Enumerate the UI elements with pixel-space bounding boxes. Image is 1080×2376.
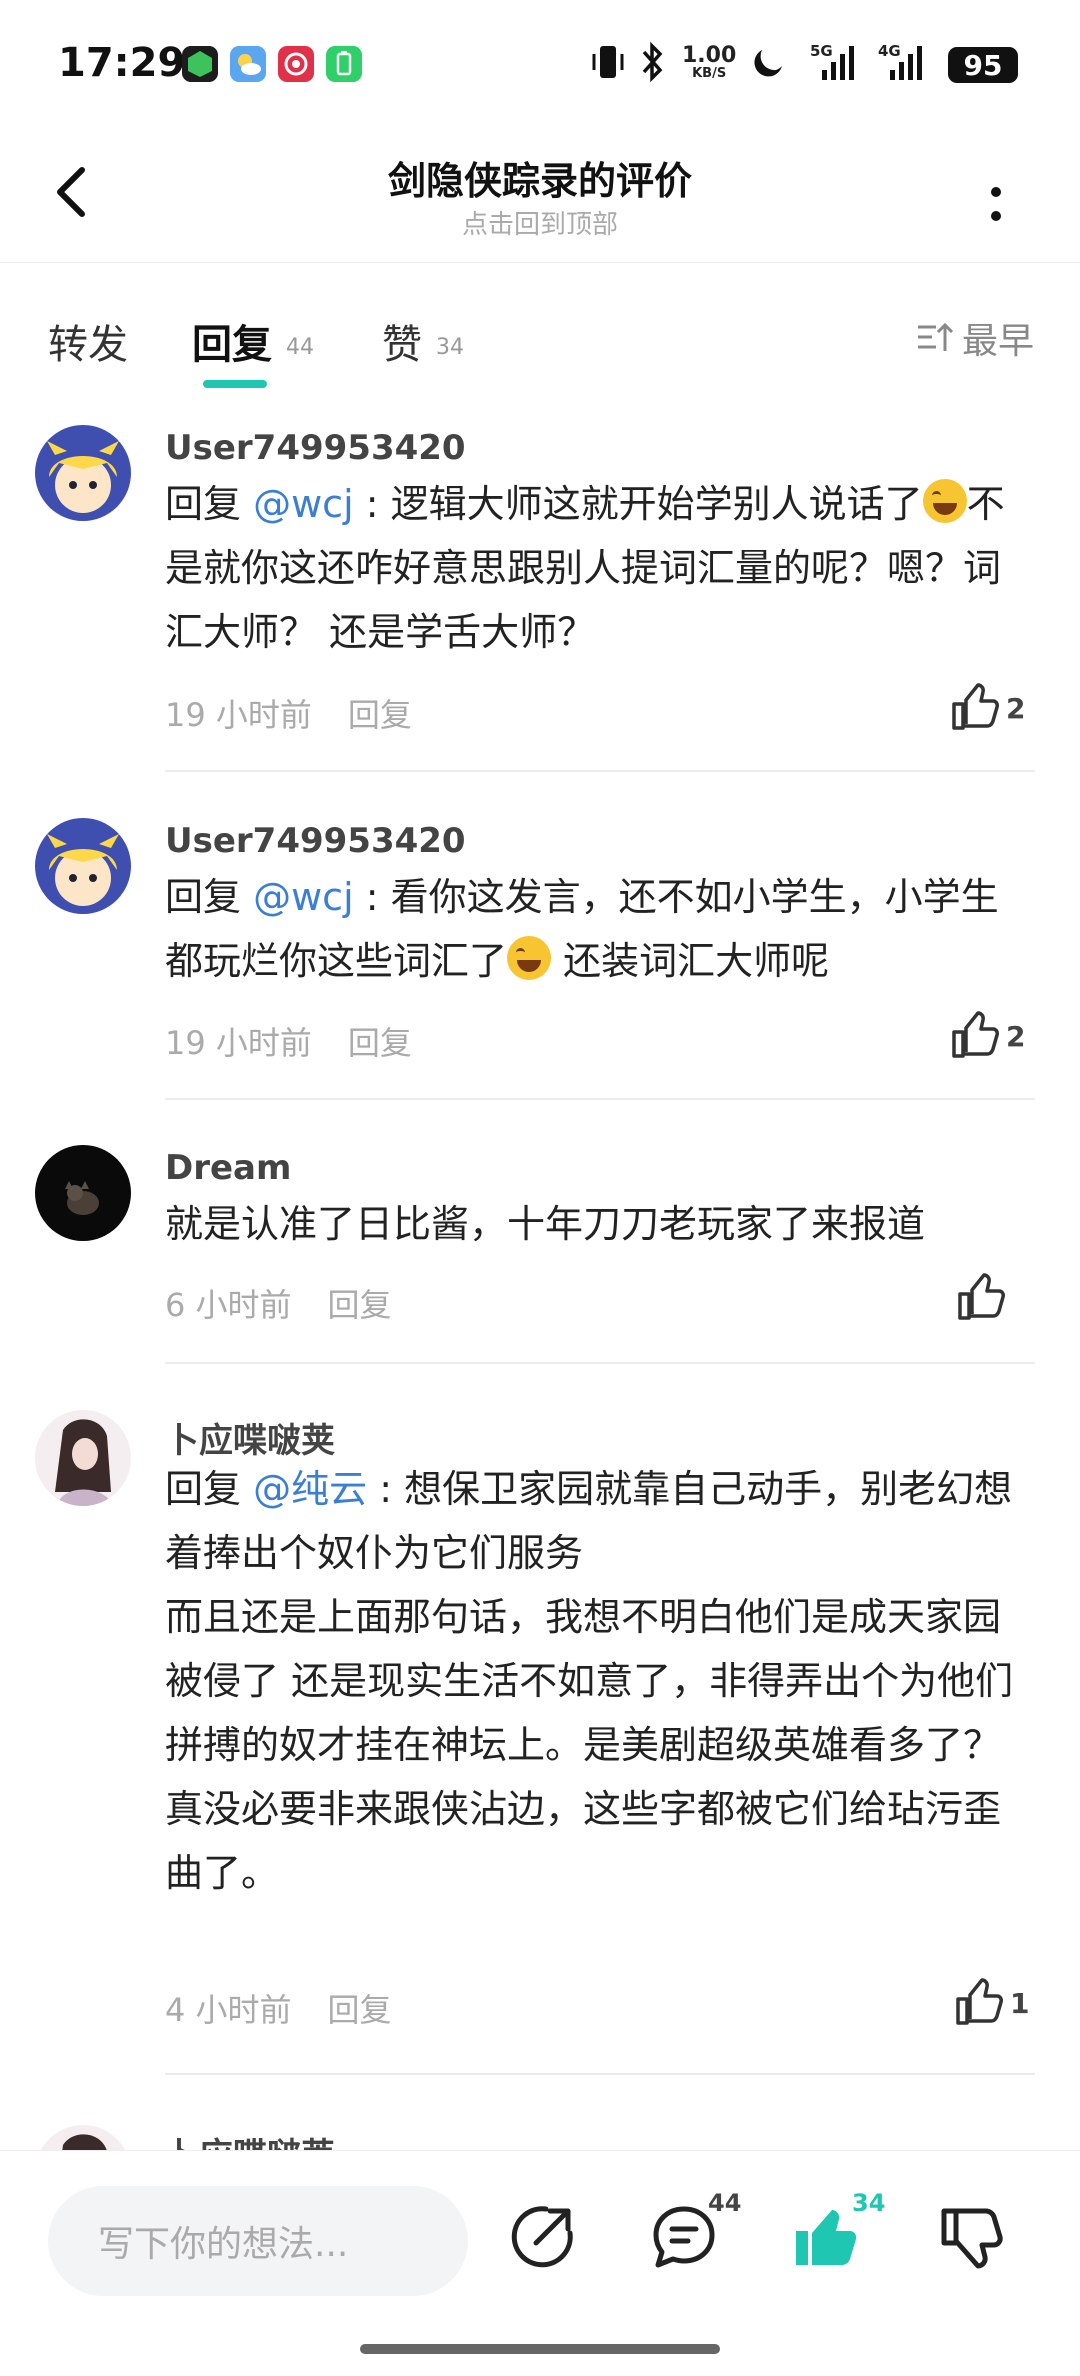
- battery-notification-icon: [326, 46, 362, 82]
- do-not-disturb-moon-icon: [748, 40, 788, 84]
- like-button[interactable]: 1: [952, 1977, 1029, 2029]
- avatar[interactable]: [35, 818, 131, 914]
- comment-meta: 4 小时前 回复: [165, 1985, 392, 2031]
- app-notification-icon-green: [182, 46, 218, 82]
- reply-button[interactable]: 回复: [348, 1024, 412, 1062]
- tab-repost[interactable]: 转发: [48, 312, 128, 370]
- share-button[interactable]: [506, 2201, 578, 2273]
- laughing-emoji-icon: [507, 936, 552, 980]
- comment-text: 就是认准了日比酱，十年刀刀老玩家了来报道: [165, 1202, 926, 1246]
- page-title[interactable]: 剑隐侠踪录的评价: [0, 150, 1080, 205]
- reply-button[interactable]: 回复: [328, 1286, 392, 1324]
- more-vertical-icon: [991, 187, 1001, 221]
- comment-text: 回复 @wcj : 看你这发言，还不如小学生，小学生都玩烂你这些词汇了 还装词汇…: [165, 875, 999, 983]
- more-options-button[interactable]: [974, 170, 1018, 240]
- reply-button[interactable]: 回复: [348, 696, 412, 734]
- active-tab-indicator: [203, 380, 267, 388]
- divider: [165, 1098, 1035, 1100]
- laughing-emoji-icon: [922, 479, 967, 523]
- divider: [165, 770, 1035, 772]
- like-count-badge: 34: [852, 2189, 886, 2217]
- app-notification-icon-red: [278, 46, 314, 82]
- scroll-to-top-hint[interactable]: 点击回到顶部: [0, 204, 1080, 241]
- reply-count: 44: [286, 334, 314, 360]
- thumbs-up-icon: [952, 683, 999, 730]
- thumbs-up-icon: [958, 1273, 1005, 1320]
- comment-time: 6 小时前: [165, 1286, 292, 1324]
- username[interactable]: User749953420: [165, 821, 466, 861]
- mention-link[interactable]: @纯云: [253, 1467, 367, 1511]
- sort-button[interactable]: 最早: [916, 312, 1034, 364]
- thumbs-down-icon: [941, 2208, 1003, 2269]
- comment-time: 19 小时前: [165, 1024, 312, 1062]
- tab-like[interactable]: 赞 34: [382, 312, 464, 370]
- mention-link[interactable]: @wcj: [253, 875, 354, 919]
- username[interactable]: Dream: [165, 1148, 291, 1188]
- like-button[interactable]: 2: [948, 682, 1025, 734]
- thumbs-up-icon: [956, 1978, 1003, 2025]
- comment-meta: 19 小时前 回复: [165, 690, 412, 736]
- comment-text: 回复 @wcj : 逻辑大师这就开始学别人说话了 不是就你这还咋好意思跟别人提词汇…: [165, 472, 1035, 664]
- top-navigation-bar: 剑隐侠踪录的评价 点击回到顶部: [0, 130, 1080, 263]
- comment-meta: 19 小时前 回复: [165, 1018, 412, 1064]
- comment-time: 4 小时前: [165, 1991, 292, 2029]
- username[interactable]: User749953420: [165, 428, 466, 468]
- weather-notification-icon: [230, 46, 266, 82]
- tab-reply[interactable]: 回复 44: [192, 312, 314, 370]
- avatar[interactable]: [35, 1410, 131, 1506]
- bluetooth-icon: [638, 40, 668, 84]
- avatar[interactable]: [35, 425, 131, 521]
- like-count: 34: [436, 334, 464, 360]
- bottom-action-bar: 写下你的想法... 44 34: [0, 2150, 1080, 2376]
- home-indicator: [360, 2344, 720, 2354]
- thumbs-up-icon: [952, 1011, 999, 1058]
- battery-indicator: 95: [948, 47, 1018, 83]
- comment-text: 回复 @纯云 : 想保卫家园就靠自己动手，别老幻想着捧出个奴仆为它们服务 而且还…: [165, 1467, 1014, 1895]
- username[interactable]: 卜应喋啵荚: [165, 1413, 335, 1462]
- comment-time: 19 小时前: [165, 696, 312, 734]
- comment-meta: 6 小时前 回复: [165, 1280, 392, 1326]
- reply-button[interactable]: 回复: [328, 1991, 392, 2029]
- like-button[interactable]: [954, 1272, 1006, 1324]
- sort-icon: [918, 322, 954, 351]
- signal-5g-icon: 5G: [810, 40, 860, 84]
- mention-link[interactable]: @wcj: [253, 482, 354, 526]
- comment-tabs: 转发 回复 44 赞 34 最早: [0, 280, 1080, 390]
- comment-input[interactable]: 写下你的想法...: [48, 2186, 468, 2296]
- vibrate-icon: [588, 40, 628, 84]
- divider: [165, 2073, 1035, 2075]
- share-icon: [511, 2206, 573, 2268]
- network-speed: 1.00 KB/S: [682, 42, 737, 81]
- signal-4g-icon: 4G: [878, 40, 928, 84]
- comment-count-badge: 44: [708, 2189, 742, 2217]
- status-bar: 17:29 1.00 KB/S 5G 4G 95: [0, 0, 1080, 130]
- dislike-button[interactable]: [936, 2201, 1008, 2273]
- avatar[interactable]: [35, 1145, 131, 1241]
- divider: [165, 1362, 1035, 1364]
- status-time: 17:29: [58, 40, 186, 86]
- like-button[interactable]: 2: [948, 1010, 1025, 1062]
